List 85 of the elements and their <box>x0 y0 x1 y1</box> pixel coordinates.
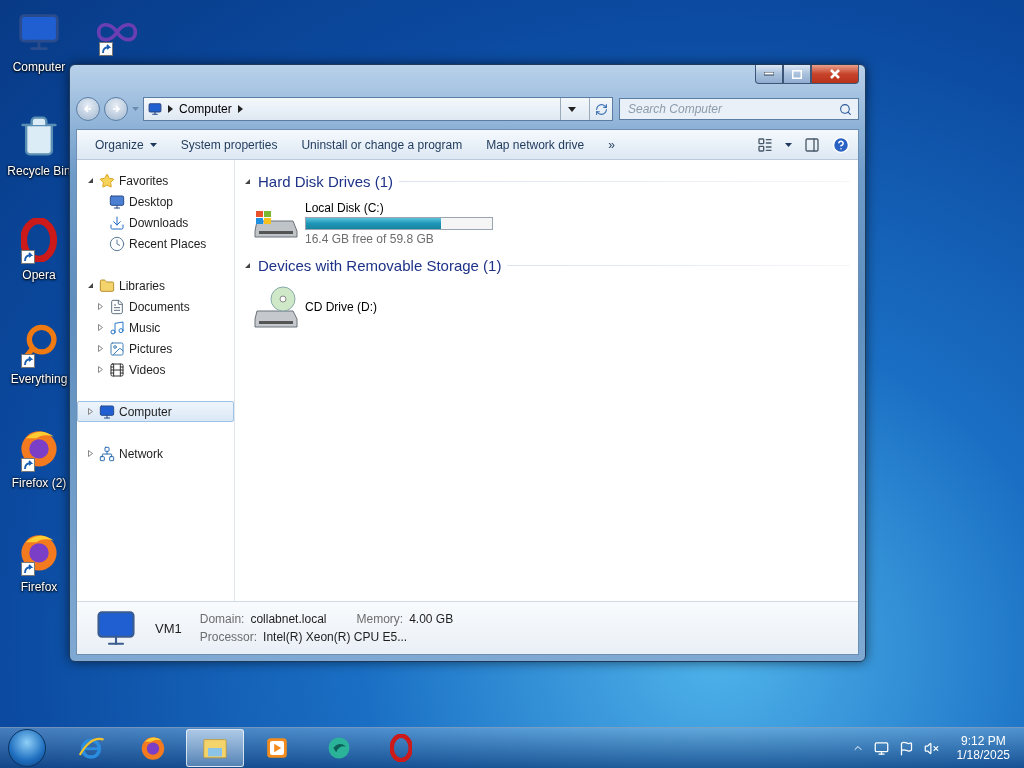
opera-icon <box>389 734 413 762</box>
breadcrumb-arrow-icon[interactable] <box>237 105 243 113</box>
nav-item[interactable]: Music <box>77 317 234 338</box>
collapse-arrow-icon[interactable] <box>244 177 251 185</box>
monitor-icon <box>109 193 125 210</box>
nav-item[interactable]: Favorites <box>77 170 234 191</box>
opera-icon <box>21 218 57 262</box>
free-space-text: 16.4 GB free of 59.8 GB <box>305 231 435 246</box>
maximize-icon <box>792 69 802 79</box>
nav-item[interactable]: Downloads <box>77 212 234 233</box>
nav-item[interactable]: Videos <box>77 359 234 380</box>
search-icon <box>839 102 852 116</box>
forward-arrow-icon <box>111 104 121 114</box>
cd-drive-icon <box>253 285 299 329</box>
breadcrumb-arrow-icon[interactable] <box>168 105 173 113</box>
firefox-icon <box>139 734 167 762</box>
folder-icon <box>99 277 115 294</box>
picture-icon <box>109 340 125 357</box>
view-options-icon[interactable] <box>757 136 773 153</box>
nav-item[interactable]: Pictures <box>77 338 234 359</box>
search-field[interactable]: Search Computer <box>626 101 839 117</box>
caret-icon[interactable] <box>785 142 792 147</box>
expand-arrow-icon[interactable] <box>97 366 104 373</box>
forward-button[interactable] <box>104 97 128 121</box>
nav-item[interactable]: Libraries <box>77 275 234 296</box>
film-icon <box>109 361 125 378</box>
music-note-icon <box>109 319 125 336</box>
computer-name: VM1 <box>155 620 182 636</box>
search-box[interactable]: Search Computer <box>619 98 859 120</box>
address-bar[interactable]: Computer <box>143 97 613 121</box>
detail-field: Memory: 4.00 GB <box>356 612 454 626</box>
detail-field: Domain: collabnet.local <box>199 612 327 626</box>
maximize-button[interactable] <box>783 65 811 84</box>
group-header[interactable]: Hard Disk Drives (1) <box>258 172 393 190</box>
caret-icon <box>149 142 157 147</box>
clock-icon <box>109 235 125 252</box>
document-icon <box>109 298 125 315</box>
flag-icon[interactable] <box>898 740 914 756</box>
desktop-icon-label[interactable]: Everything <box>10 372 68 386</box>
nav-item[interactable]: Recent Places <box>77 233 234 254</box>
collapse-arrow-icon[interactable] <box>87 177 94 184</box>
caret-icon <box>568 106 576 112</box>
back-arrow-icon <box>83 104 93 114</box>
expand-arrow-icon[interactable] <box>97 345 104 352</box>
collapse-arrow-icon[interactable] <box>244 261 251 269</box>
nav-item[interactable]: Computer <box>77 401 234 422</box>
start-button[interactable] <box>8 729 46 767</box>
expand-arrow-icon[interactable] <box>97 303 104 310</box>
help-icon[interactable] <box>832 135 850 154</box>
desktop-icon-label[interactable]: Computer <box>12 60 66 74</box>
minimize-icon <box>764 72 774 76</box>
drive-name[interactable]: CD Drive (D:) <box>305 300 377 314</box>
more-commands-button[interactable]: » <box>598 133 625 156</box>
nav-item[interactable]: Desktop <box>77 191 234 212</box>
group-header[interactable]: Devices with Removable Storage (1) <box>258 256 502 274</box>
toolbar-button[interactable]: Uninstall or change a program <box>291 133 473 156</box>
expand-arrow-icon[interactable] <box>87 408 94 415</box>
close-icon <box>830 69 840 79</box>
toolbar-button[interactable]: Map network drive <box>476 133 595 156</box>
preview-pane-icon[interactable] <box>804 136 820 153</box>
toolbar-button[interactable]: Organize <box>85 133 167 156</box>
toolbar-button[interactable]: System properties <box>170 133 288 156</box>
drive-name[interactable]: Local Disk (C:) <box>305 200 493 215</box>
download-icon <box>109 214 125 231</box>
computer-icon <box>148 102 162 116</box>
computer-icon <box>99 403 115 420</box>
expand-arrow-icon[interactable] <box>97 324 104 331</box>
collapse-arrow-icon[interactable] <box>87 282 94 289</box>
nav-item[interactable]: Documents <box>77 296 234 317</box>
clock[interactable]: 9:12 PM 1/18/2025 <box>956 734 1010 762</box>
back-button[interactable] <box>76 97 100 121</box>
expand-arrow-icon[interactable] <box>87 450 94 457</box>
network-status-icon[interactable] <box>873 740 889 756</box>
desktop-icon-label[interactable]: Firefox <box>20 580 58 594</box>
desktop-icon-label[interactable]: Firefox (2) <box>11 476 67 490</box>
close-button[interactable] <box>811 65 859 84</box>
minimize-button[interactable] <box>755 65 783 84</box>
network-icon <box>99 445 115 462</box>
nav-item[interactable]: Network <box>77 443 234 464</box>
star-icon <box>99 172 115 189</box>
desktop-icon-label[interactable]: Opera <box>22 268 56 282</box>
refresh-icon <box>594 102 608 116</box>
detail-field: Processor: Intel(R) Xeon(R) CPU E5... <box>199 630 408 644</box>
volume-muted-icon[interactable] <box>923 740 939 756</box>
breadcrumb[interactable]: Computer <box>179 102 232 116</box>
